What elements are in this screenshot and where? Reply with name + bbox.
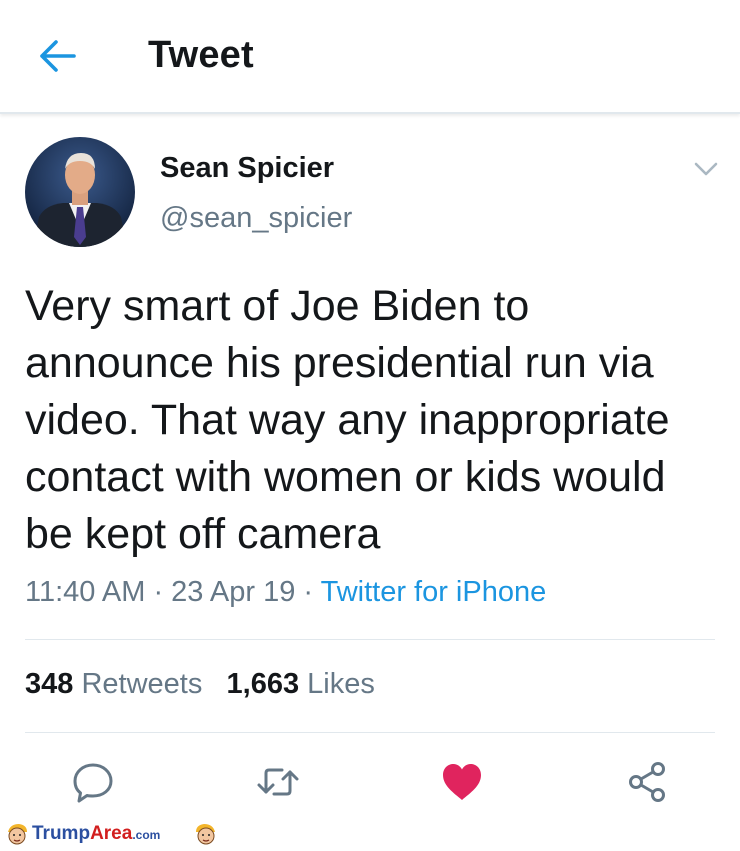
page-title: Tweet xyxy=(148,34,254,76)
reply-icon[interactable] xyxy=(71,760,115,804)
like-count: 1,663 xyxy=(226,668,300,700)
divider xyxy=(25,639,715,640)
author-name[interactable]: Sean Spicier xyxy=(160,152,334,185)
tweet-time: 11:40 AM xyxy=(25,576,146,608)
divider xyxy=(25,732,715,733)
tweet-date: 23 Apr 19 xyxy=(171,576,296,608)
tweet-meta: 11:40 AM · 23 Apr 19 · Twitter for iPhon… xyxy=(25,576,546,609)
watermark-brand-part: Trump xyxy=(32,823,91,844)
retweet-label: Retweets xyxy=(81,668,203,700)
avatar[interactable] xyxy=(25,137,135,247)
share-icon[interactable] xyxy=(625,760,669,804)
retweet-count: 348 xyxy=(25,668,74,700)
tweet-text: Very smart of Joe Biden to announce his … xyxy=(25,282,670,558)
author-handle[interactable]: @sean_spicier xyxy=(160,202,352,235)
meta-separator: · xyxy=(145,576,172,608)
watermark-suffix: .com xyxy=(132,828,161,842)
likes-stat[interactable]: 1,663 Likes xyxy=(227,668,375,700)
watermark-brand-accent: Area xyxy=(90,823,133,844)
watermark-brand: TrumpArea.com xyxy=(32,823,160,845)
like-label: Likes xyxy=(307,668,375,700)
meta-separator: · xyxy=(295,576,321,608)
tweet-stats: 348 Retweets 1,663 Likes xyxy=(25,668,375,701)
heart-icon[interactable] xyxy=(440,760,484,804)
retweets-stat[interactable]: 348 Retweets xyxy=(25,668,202,700)
chevron-down-icon[interactable] xyxy=(692,158,720,180)
trump-caricature-icon xyxy=(4,822,30,846)
trump-caricature-icon xyxy=(193,822,219,846)
tweet-source-link[interactable]: Twitter for iPhone xyxy=(321,576,547,608)
top-bar xyxy=(0,0,740,114)
back-arrow-icon[interactable] xyxy=(38,38,78,74)
retweet-icon[interactable] xyxy=(256,760,300,804)
